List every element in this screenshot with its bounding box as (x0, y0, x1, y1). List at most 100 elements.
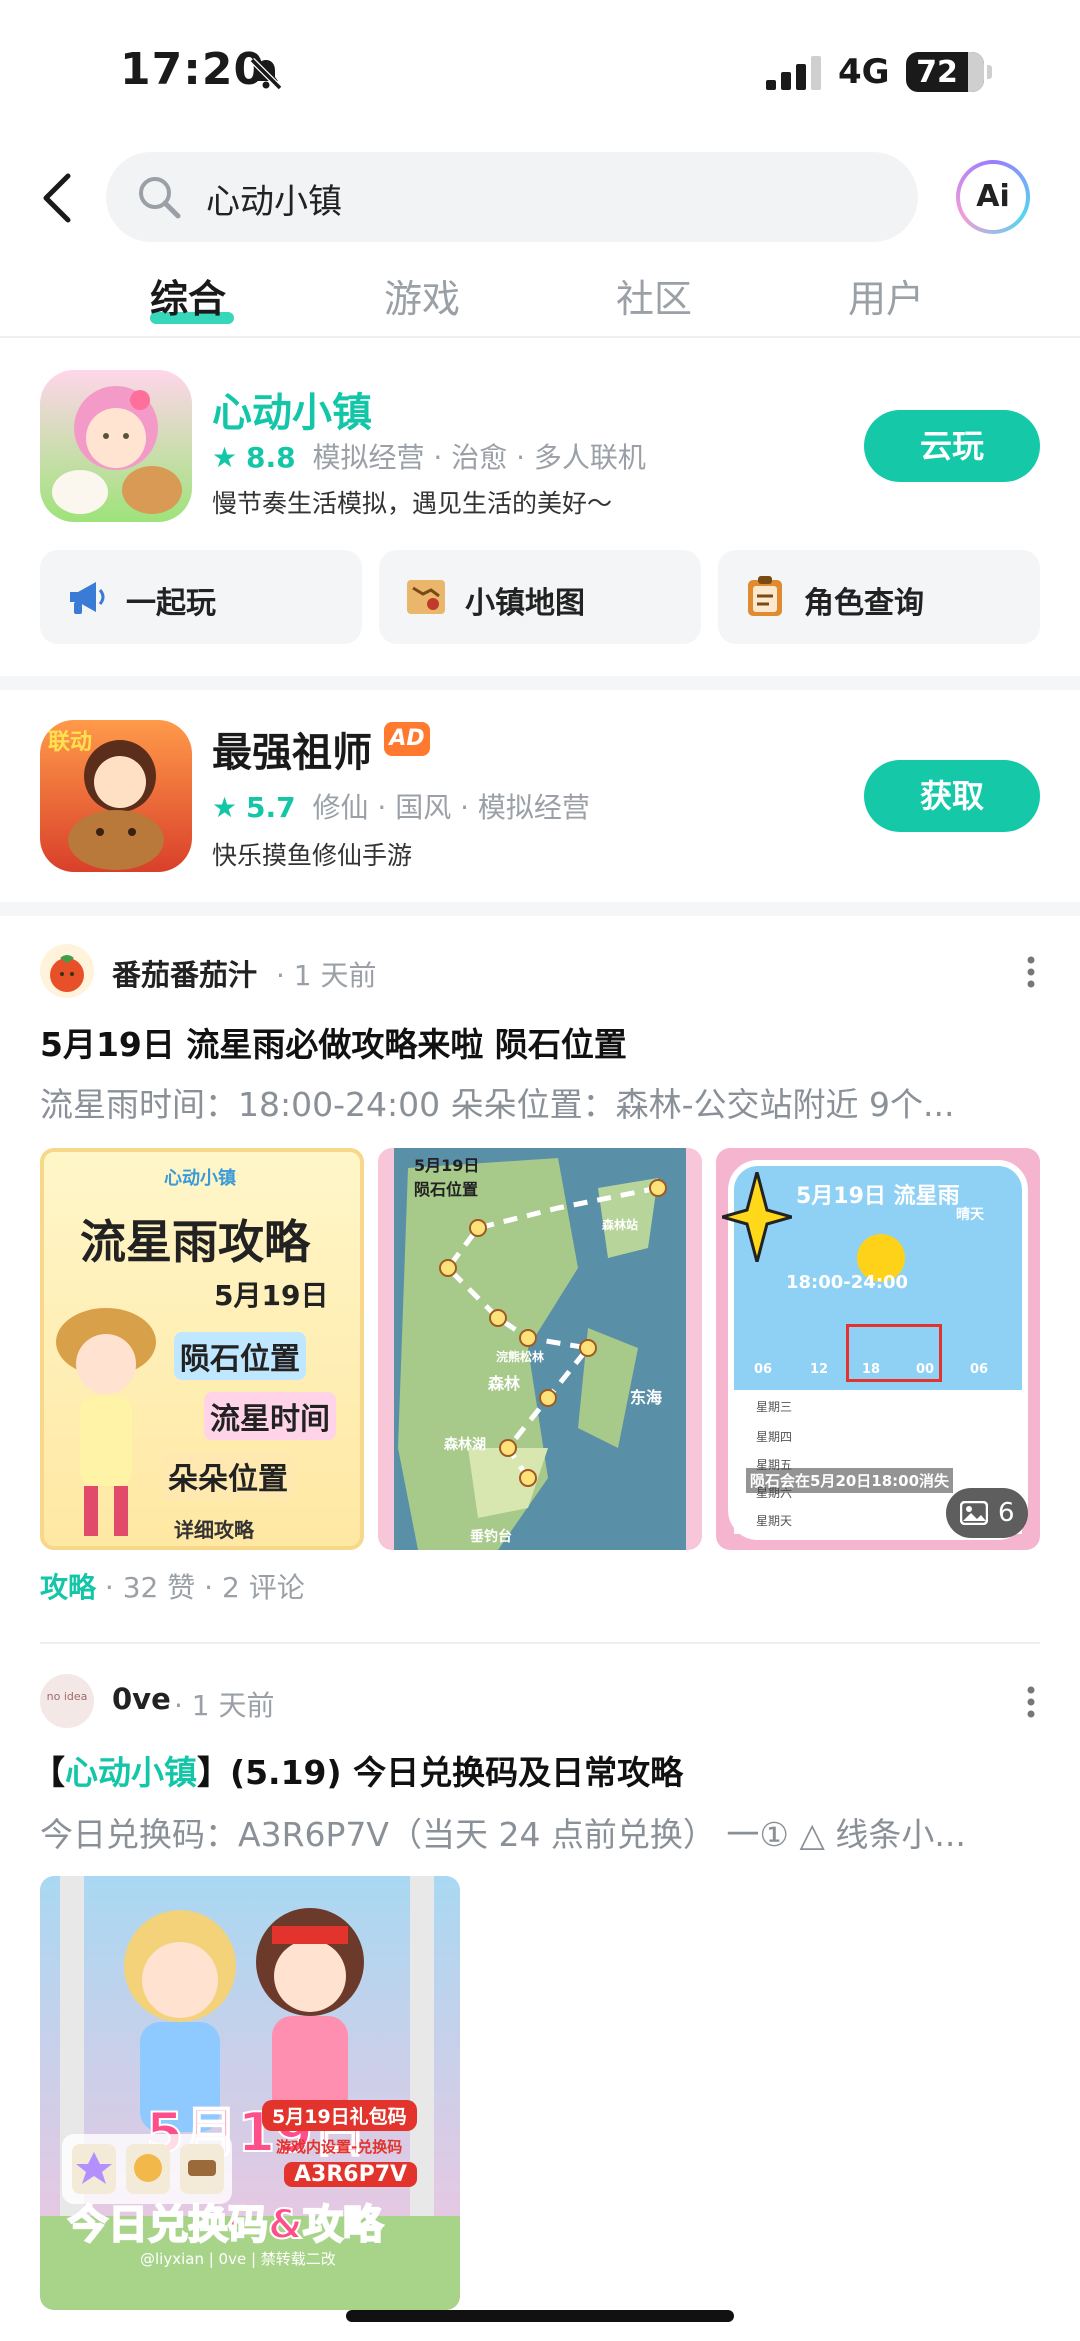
hour-label: 06 (754, 1362, 773, 1377)
home-indicator[interactable] (346, 2310, 734, 2322)
character-illustration (56, 1308, 156, 1536)
battery-level: 72 (916, 55, 958, 90)
megaphone-icon (70, 582, 105, 614)
ad-game-description: 快乐摸鱼修仙手游 (212, 841, 413, 870)
post-title[interactable]: 【心动小镇】(5.19) 今日兑换码及日常攻略 (32, 1746, 683, 1794)
author-avatar[interactable]: no idea (40, 1674, 94, 1728)
title-bracket: 【 (32, 1753, 65, 1792)
ad-game-tags: 修仙 · 国风 · 模拟经营 (312, 791, 590, 824)
clipboard-icon (748, 576, 782, 616)
image-credit: @liyxian | 0ve | 禁转载二改 (140, 2250, 336, 2268)
ad-game-rating: 5.7 (246, 791, 296, 824)
title-rest: 】(5.19) 今日兑换码及日常攻略 (197, 1753, 684, 1792)
map-label: 垂钓台 (470, 1529, 512, 1545)
gift-code: A3R6P7V (284, 2162, 418, 2187)
image-item: 流星时间 (204, 1392, 336, 1440)
weather-condition: 晴天 (956, 1207, 984, 1223)
author-avatar[interactable] (40, 944, 94, 998)
image-date: 5月19日 (214, 1279, 329, 1312)
game-tags: 模拟经营 · 治愈 · 多人联机 (312, 441, 646, 474)
back-icon[interactable] (38, 170, 78, 226)
section-divider (0, 902, 1080, 916)
post-time: · 1 天前 (276, 959, 377, 992)
ad-game-meta: ★ 5.7 修仙 · 国风 · 模拟经营 (212, 786, 590, 826)
hour-label: 00 (916, 1362, 935, 1377)
hour-label: 18 (862, 1362, 881, 1377)
section-divider (0, 676, 1080, 690)
image-item: 朵朵位置 (162, 1452, 294, 1500)
map-label: 森林 (488, 1374, 521, 1393)
game-description: 慢节奏生活模拟，遇见生活的美好～ (212, 489, 613, 518)
post-tag[interactable]: 攻略 (40, 1571, 96, 1604)
game-rating: 8.8 (246, 441, 296, 474)
tab-overall[interactable]: 综合 (150, 268, 226, 323)
battery-icon: 72 (906, 52, 992, 92)
map-label: 森林站 (602, 1218, 639, 1232)
game-icon[interactable] (40, 370, 192, 522)
character-lookup-label: 角色查询 (804, 586, 924, 621)
post-title[interactable]: 5月19日 流星雨必做攻略来啦 陨石位置 (40, 1018, 627, 1066)
reward-items-icon (72, 2144, 224, 2194)
ad-game-title[interactable]: 最强祖师 (212, 720, 372, 778)
author-name[interactable]: 0ve (112, 1682, 171, 1716)
get-button[interactable]: 获取 (864, 760, 1040, 832)
muted-bell-icon (249, 57, 283, 91)
map-icon (407, 580, 445, 614)
like-count: · 32 赞 (104, 1571, 196, 1604)
signal-icon (766, 56, 821, 90)
map-label: 浣熊松林 (496, 1350, 545, 1364)
ad-game-card[interactable]: 联动 最强祖师 AD ★ 5.7 修仙 · 国风 · 模拟经营 快乐摸鱼修仙手游… (0, 700, 1080, 900)
author-name[interactable]: 番茄番茄汁 (112, 952, 257, 994)
weather-title: 5月19日 流星雨 (796, 1184, 960, 1209)
tab-users[interactable]: 用户 (848, 268, 924, 323)
image-headline: 今日兑换码&攻略 (67, 2201, 384, 2249)
tab-community[interactable]: 社区 (616, 268, 692, 323)
town-map-button[interactable]: 小镇地图 (379, 550, 701, 644)
image-count-badge[interactable]: 6 (946, 1488, 1028, 1538)
more-options-icon[interactable] (1026, 1684, 1036, 1720)
network-type: 4G (838, 52, 890, 92)
search-input[interactable]: 心动小镇 (106, 152, 918, 242)
title-highlight: 心动小镇 (65, 1753, 197, 1792)
gift-code-subtitle: 游戏内设置-兑换码 (276, 2138, 403, 2156)
image-heading: 流星雨攻略 (80, 1215, 310, 1269)
avatar-text: no idea (46, 1690, 88, 1703)
ad-game-icon[interactable]: 联动 (40, 720, 192, 872)
post-time: · 1 天前 (174, 1689, 275, 1722)
post-image-2[interactable]: 5月19日 陨石位置 森林 东海 森林湖 垂钓台 森林站 浣熊松林 (378, 1148, 702, 1550)
post-image-1[interactable]: 心动小镇 流星雨攻略 5月19日 陨石位置 流星时间 朵朵位置 详细攻略 (40, 1148, 364, 1550)
post-separator (40, 1642, 1040, 1644)
play-together-button[interactable]: 一起玩 (40, 550, 362, 644)
search-icon (139, 177, 181, 219)
search-tabs: 综合 游戏 社区 用户 (0, 262, 1080, 338)
weekday: 星期四 (756, 1430, 793, 1444)
ai-assistant-button[interactable]: Ai (956, 160, 1030, 234)
sparkle-icon (722, 1172, 792, 1262)
image-item: 陨石位置 (174, 1332, 306, 1380)
post-excerpt: 流星雨时间：18:00-24:00 朵朵位置：森林-公交站附近 9个... (40, 1085, 955, 1124)
weather-note: 陨石会在5月20日18:00消失 (746, 1468, 954, 1493)
character-lookup-button[interactable]: 角色查询 (718, 550, 1040, 644)
ad-badge: AD (384, 722, 430, 756)
tab-games[interactable]: 游戏 (384, 268, 460, 323)
image-gallery-icon (960, 1501, 988, 1525)
image-count: 6 (998, 1498, 1015, 1528)
post-image-3[interactable]: 5月19日 流星雨 晴天 18:00-24:00 06 12 18 00 06 … (716, 1148, 1040, 1550)
game-title[interactable]: 心动小镇 (212, 380, 372, 438)
collab-badge: 联动 (48, 730, 93, 755)
post-image[interactable]: 5月19日 5月19日礼包码 游戏内设置-兑换码 A3R6P7V 今日兑换码&攻… (40, 1876, 460, 2310)
map-label: 森林湖 (444, 1437, 486, 1453)
moon-icon (60, 1196, 90, 1249)
post-stats: 攻略 · 32 赞 · 2 评论 (40, 1566, 305, 1606)
star-icon: ★ (212, 441, 238, 474)
image-brand: 心动小镇 (164, 1168, 236, 1189)
hour-label: 12 (810, 1362, 829, 1377)
weekday: 星期三 (756, 1400, 793, 1414)
gift-code-title: 5月19日礼包码 (262, 2100, 417, 2131)
image-footer: 详细攻略 (174, 1518, 254, 1542)
status-time: 17:20 (120, 44, 266, 95)
more-options-icon[interactable] (1026, 954, 1036, 990)
search-query: 心动小镇 (206, 182, 342, 222)
map-label: 东海 (630, 1388, 663, 1407)
cloud-play-button[interactable]: 云玩 (864, 410, 1040, 482)
